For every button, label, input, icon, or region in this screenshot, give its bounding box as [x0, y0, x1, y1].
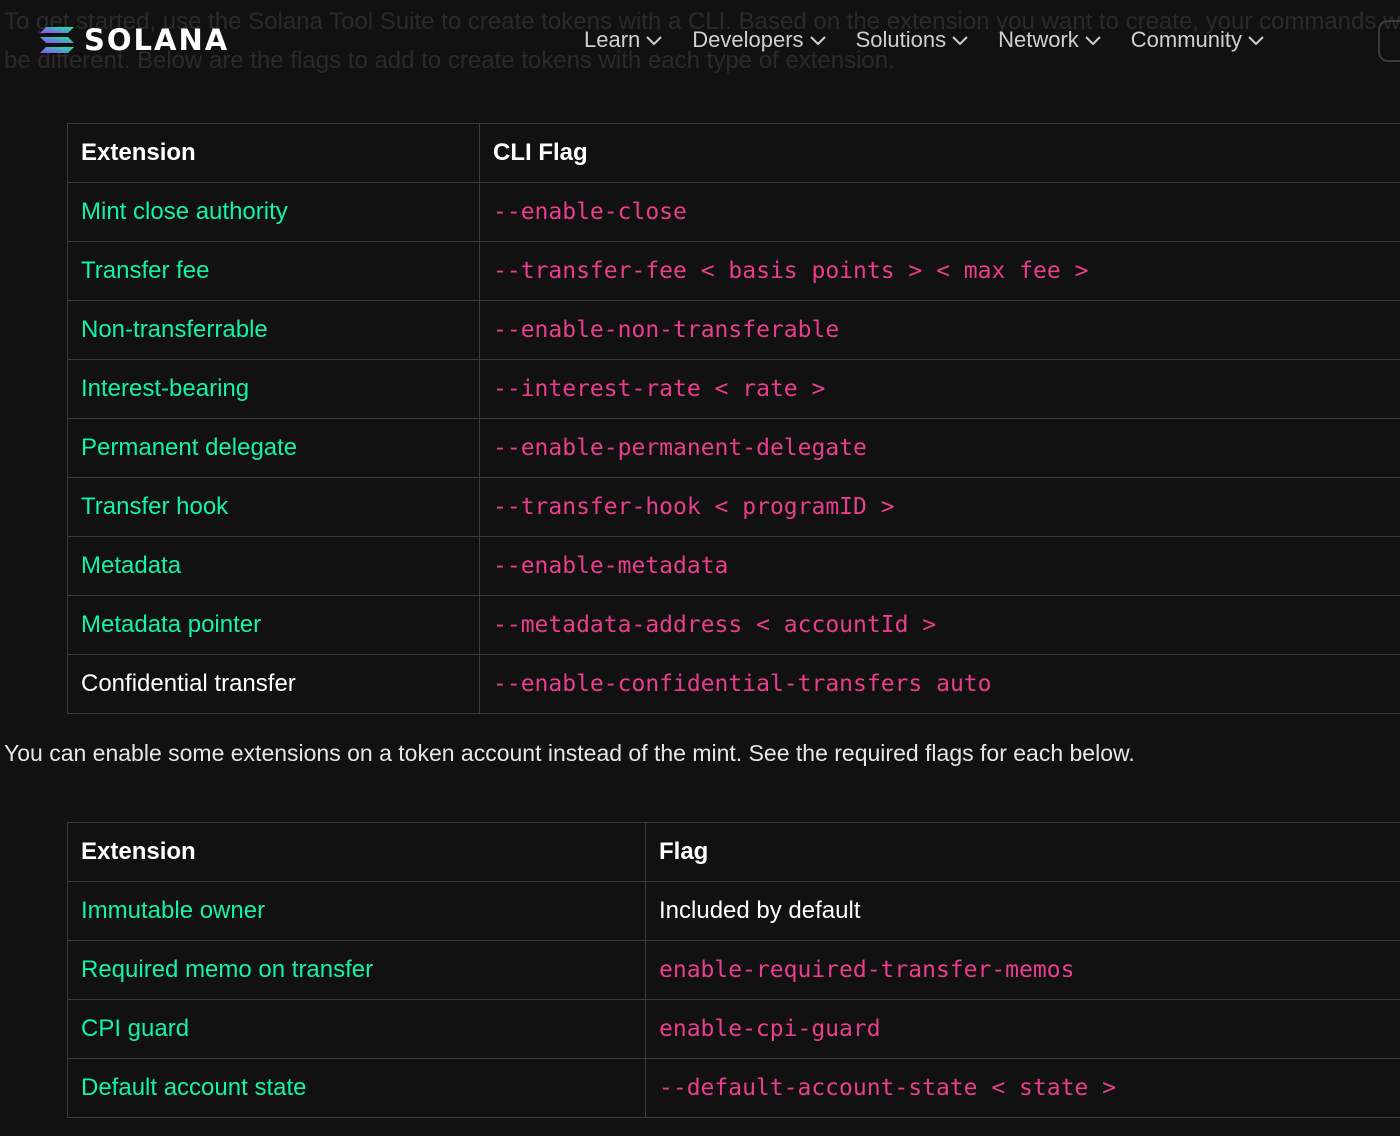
cli-flag-code: --metadata-address < accountId >: [479, 595, 1400, 655]
nav-solutions[interactable]: Solutions: [856, 27, 971, 53]
cli-flag-code: enable-cpi-guard: [645, 999, 1400, 1059]
nav-developers[interactable]: Developers: [692, 27, 827, 53]
chevron-down-icon: [952, 36, 968, 46]
extension-link[interactable]: Permanent delegate: [67, 418, 480, 478]
chevron-down-icon: [1085, 36, 1101, 46]
cli-flag-code: --enable-metadata: [479, 536, 1400, 596]
table-row: Required memo on transfer enable-require…: [67, 940, 1400, 1000]
main-nav: Learn Developers Solutions Network Commu…: [584, 20, 1294, 60]
extension-link[interactable]: Immutable owner: [67, 881, 646, 941]
table-row: Permanent delegate --enable-permanent-de…: [67, 418, 1400, 478]
table-header-row: Extension Flag: [67, 822, 1400, 882]
table-row: Non-transferrable --enable-non-transfera…: [67, 300, 1400, 360]
nav-network-label: Network: [998, 27, 1079, 52]
extension-link[interactable]: Metadata: [67, 536, 480, 596]
extension-label: Confidential transfer: [67, 654, 480, 714]
nav-developers-label: Developers: [692, 27, 804, 52]
cli-flag-code: --enable-close: [479, 182, 1400, 242]
cli-flag-code: --enable-confidential-transfers auto: [479, 654, 1400, 714]
table-row: Immutable owner Included by default: [67, 881, 1400, 941]
table-row: Transfer fee --transfer-fee < basis poin…: [67, 241, 1400, 301]
chevron-down-icon: [809, 36, 826, 46]
solana-logo-icon: [40, 27, 74, 53]
extension-link[interactable]: CPI guard: [67, 999, 646, 1059]
nav-learn-label: Learn: [584, 27, 641, 52]
extension-link[interactable]: Required memo on transfer: [67, 940, 646, 1000]
nav-network[interactable]: Network: [998, 27, 1103, 53]
site-header: SOLANA Learn Developers Solutions Networ…: [0, 0, 1400, 80]
extension-link[interactable]: Non-transferrable: [67, 300, 480, 360]
cli-flag-code: --enable-permanent-delegate: [479, 418, 1400, 478]
extension-link[interactable]: Default account state: [67, 1058, 646, 1118]
account-extensions-table: Extension Flag Immutable owner Included …: [67, 822, 1400, 1118]
nav-solutions-label: Solutions: [855, 27, 947, 52]
column-header-flag: Flag: [645, 822, 1400, 882]
table-row: Confidential transfer --enable-confident…: [67, 654, 1400, 714]
table-row: CPI guard enable-cpi-guard: [67, 999, 1400, 1059]
table-row: Transfer hook --transfer-hook < programI…: [67, 477, 1400, 537]
table-header-row: Extension CLI Flag: [67, 123, 1400, 183]
extension-link[interactable]: Transfer fee: [67, 241, 480, 301]
nav-learn[interactable]: Learn: [584, 27, 664, 53]
column-header-extension: Extension: [67, 822, 646, 882]
search-button[interactable]: [1378, 20, 1400, 62]
extension-link[interactable]: Mint close authority: [67, 182, 480, 242]
cli-flag-code: enable-required-transfer-memos: [645, 940, 1400, 1000]
table-row: Default account state --default-account-…: [67, 1058, 1400, 1118]
column-header-cli-flag: CLI Flag: [479, 123, 1400, 183]
account-extensions-paragraph: You can enable some extensions on a toke…: [4, 740, 1135, 766]
solana-logo[interactable]: SOLANA: [40, 23, 230, 57]
flag-text: Included by default: [645, 881, 1400, 941]
cli-flag-code: --interest-rate < rate >: [479, 359, 1400, 419]
extension-link[interactable]: Interest-bearing: [67, 359, 480, 419]
extension-link[interactable]: Transfer hook: [67, 477, 480, 537]
table-row: Mint close authority --enable-close: [67, 182, 1400, 242]
cli-flag-code: --transfer-fee < basis points > < max fe…: [479, 241, 1400, 301]
cli-flag-code: --default-account-state < state >: [645, 1058, 1400, 1118]
extension-link[interactable]: Metadata pointer: [67, 595, 480, 655]
cli-flag-code: --enable-non-transferable: [479, 300, 1400, 360]
chevron-down-icon: [1248, 36, 1264, 46]
cli-flag-code: --transfer-hook < programID >: [479, 477, 1400, 537]
column-header-extension: Extension: [67, 123, 480, 183]
mint-extensions-table: Extension CLI Flag Mint close authority …: [67, 123, 1400, 714]
page: To get started, use the Solana Tool Suit…: [0, 0, 1400, 1136]
chevron-down-icon: [646, 36, 662, 46]
table-row: Metadata --enable-metadata: [67, 536, 1400, 596]
table-row: Interest-bearing --interest-rate < rate …: [67, 359, 1400, 419]
table-row: Metadata pointer --metadata-address < ac…: [67, 595, 1400, 655]
nav-community-label: Community: [1130, 27, 1243, 52]
nav-community[interactable]: Community: [1131, 27, 1266, 53]
logo-wordmark: SOLANA: [84, 23, 230, 57]
